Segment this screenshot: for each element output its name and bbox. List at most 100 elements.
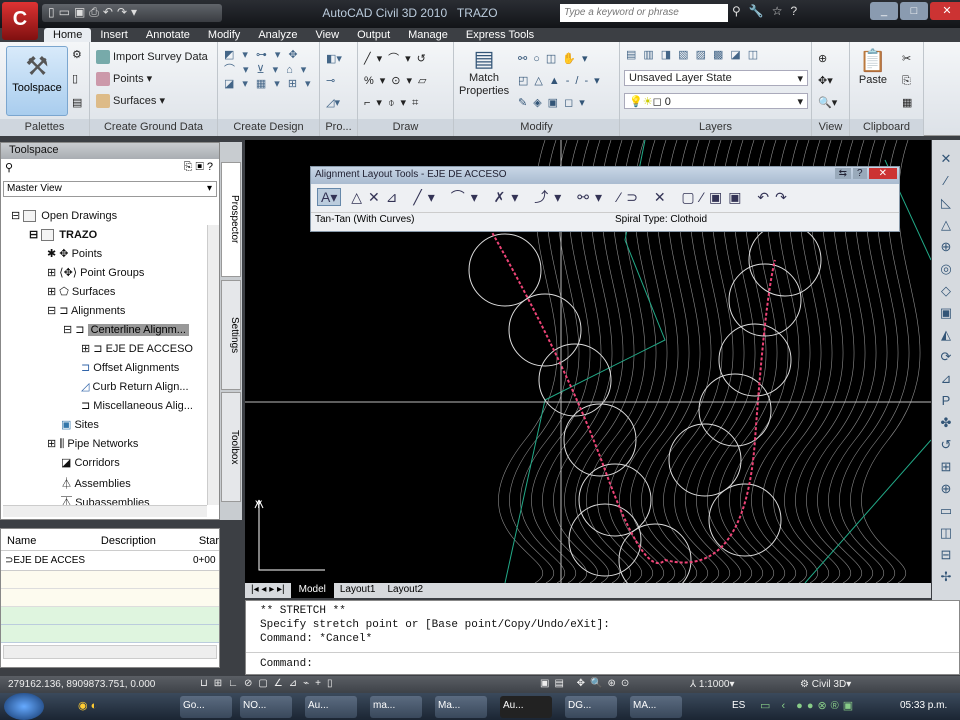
tree-item-curb-return[interactable]: ◿ Curb Return Align... — [81, 380, 189, 399]
panel-icon[interactable]: ▣ — [195, 161, 203, 173]
panel-label[interactable]: Draw — [358, 119, 453, 136]
tree-item-point-groups[interactable]: ⊞ ⟨✥⟩ Point Groups — [47, 266, 144, 285]
list-horizontal-scrollbar[interactable] — [3, 645, 217, 659]
undo-icon[interactable]: ↶ — [103, 5, 113, 21]
layer-tools-icons[interactable]: ▤▥◨▧▨▩◪◫ — [626, 48, 765, 61]
tree-item-trazo[interactable]: ⊟ TRAZO — [29, 228, 97, 247]
language-indicator[interactable]: ES — [732, 700, 745, 711]
tree-item-centerline-alignments[interactable]: ⊟ ⊐ Centerline Alignm... — [63, 323, 189, 342]
tab-layout2[interactable]: Layout2 — [381, 583, 429, 598]
tree-item-assemblies[interactable]: ⏃ Assemblies — [61, 475, 131, 494]
window-icon[interactable]: ▤ — [72, 96, 82, 109]
tab-modify[interactable]: Modify — [199, 28, 249, 43]
tab-model[interactable]: Model — [290, 583, 334, 598]
profile-icons[interactable]: ◧▾ ⊸ ◿▾ — [326, 48, 342, 114]
toolspace-button[interactable]: ⚒ Toolspace — [6, 46, 68, 116]
application-menu-button[interactable]: C — [2, 2, 38, 40]
tab-annotate[interactable]: Annotate — [137, 28, 199, 43]
tab-view[interactable]: View — [306, 28, 348, 43]
close-button[interactable]: ✕ — [868, 168, 897, 179]
panel-label[interactable]: Create Design — [218, 119, 319, 136]
help-icon[interactable]: ? — [791, 4, 798, 18]
right-toolbar[interactable]: ✕ ⁄ ◺ △ ⊕ ◎ ◇ ▣ ◭ ⟳ ⊿ P ✤ ↺ ⊞ ⊕ ▭ ◫ ⊟ ✢ — [932, 140, 960, 600]
tab-nav-arrows[interactable]: |◂ ◂ ▸ ▸| — [245, 583, 291, 598]
tab-analyze[interactable]: Analyze — [249, 28, 306, 43]
taskbar-item[interactable]: Au... — [305, 696, 357, 718]
modify-tool-icons[interactable]: ✕ ⁄ ◺ △ ⊕ ◎ ◇ ▣ ◭ ⟳ ⊿ P ✤ ↺ ⊞ ⊕ ▭ ◫ ⊟ ✢ — [932, 140, 960, 588]
copy-icon[interactable]: ⎘ — [184, 161, 193, 173]
alignment-tools-buttons[interactable]: A▾ △✕⊿ ╱▾ ⌒▾ ✗▾ ⤴▾ ⚯▾ ⁄⊃ ✕ ▢⁄▣▣ ↶↷ — [311, 184, 899, 212]
column-name[interactable]: Name — [1, 535, 101, 550]
palette-icon[interactable]: ⚙ — [72, 48, 82, 61]
minimize-button[interactable]: _ — [870, 2, 898, 20]
paste-button[interactable]: 📋 Paste — [856, 48, 890, 86]
dropdown-icon[interactable]: ▾ — [131, 5, 137, 21]
annotation-scale[interactable]: ⅄ 1:1000▾ — [690, 679, 735, 690]
cut-copy-icons[interactable]: ✂ ⎘ ▦ — [902, 48, 912, 114]
binoculars-icon[interactable]: ⚲ — [732, 4, 741, 18]
match-properties-button[interactable]: ▤ Match Properties — [459, 46, 509, 98]
tab-toolbox[interactable]: Toolbox — [221, 392, 241, 502]
panel-label[interactable]: Layers — [620, 119, 811, 136]
taskbar-item[interactable]: ma... — [370, 696, 422, 718]
maximize-button[interactable]: □ — [900, 2, 928, 20]
tree-item-surfaces[interactable]: ⊞ ⬠ Surfaces — [47, 285, 115, 304]
design-tools-icons[interactable]: ◩▾⊶▾✥ ⌒▾⊻▾⌂▾ ◪▾▦▾⊞▾ — [224, 48, 319, 90]
workspace-switcher[interactable]: ⚙ Civil 3D▾ — [800, 679, 851, 690]
view-tools[interactable]: ▣▤ ✥🔍⊛⊙ — [540, 678, 634, 689]
taskbar-item[interactable]: Ma... — [435, 696, 487, 718]
layer-state-dropdown[interactable]: Unsaved Layer State ▾ — [624, 70, 808, 86]
column-start[interactable]: Star — [199, 535, 219, 550]
drafting-toggles[interactable]: ⊔⊞∟⊘▢∠⊿⌁+▯ — [200, 678, 339, 689]
save-icon[interactable]: ▣ — [74, 5, 85, 21]
star-icon[interactable]: ☆ — [772, 4, 783, 18]
master-view-dropdown[interactable]: Master View ▾ — [3, 181, 217, 197]
taskbar-item[interactable]: MA... — [630, 696, 682, 718]
taskbar-item[interactable]: NO... — [240, 696, 292, 718]
quick-access-toolbar[interactable]: ▯ ▭ ▣ ⎙ ↶ ↷ ▾ — [42, 4, 222, 22]
points-button[interactable]: Points ▾ — [96, 72, 152, 87]
wrench-icon[interactable]: 🔧 — [749, 4, 764, 18]
layer-dropdown[interactable]: 💡☀◻ 0 ▾ — [624, 93, 808, 109]
tree-item-sites[interactable]: ▣ Sites — [61, 418, 99, 437]
toggle-icon[interactable]: ⇆ — [834, 168, 852, 179]
tree-vertical-scrollbar[interactable] — [207, 225, 219, 505]
tree-item-offset-alignments[interactable]: ⊐ Offset Alignments — [81, 361, 179, 380]
tab-layout1[interactable]: Layout1 — [334, 583, 382, 598]
tree-item-eje-de-acceso[interactable]: ⊞ ⊐ EJE DE ACCESO — [81, 342, 193, 361]
help-icon[interactable]: ? — [207, 161, 213, 173]
help-search-input[interactable]: Type a keyword or phrase — [560, 4, 728, 22]
tree-item-open-drawings[interactable]: ⊟ Open Drawings — [11, 209, 117, 228]
close-button[interactable]: ✕ — [930, 2, 960, 20]
tab-home[interactable]: Home — [44, 28, 92, 43]
panel-label[interactable]: Create Ground Data — [90, 119, 217, 136]
tab-manage[interactable]: Manage — [399, 28, 457, 43]
panel-label[interactable]: Palettes — [0, 119, 89, 136]
column-description[interactable]: Description — [101, 535, 199, 550]
command-line-input[interactable]: Command: — [246, 653, 959, 675]
panel-label[interactable]: Clipboard — [850, 119, 923, 136]
tab-prospector[interactable]: Prospector — [221, 162, 241, 277]
new-icon[interactable]: ▯ — [48, 5, 55, 21]
modify-icons[interactable]: ⚯○◫✋▾ ◰△▲-/-▾ ✎◈▣◻▾ — [518, 48, 606, 114]
surfaces-button[interactable]: Surfaces ▾ — [96, 94, 165, 109]
tree-item-miscellaneous[interactable]: ⊐ Miscellaneous Alig... — [81, 399, 193, 418]
tab-express-tools[interactable]: Express Tools — [457, 28, 543, 43]
redo-icon[interactable]: ↷ — [117, 5, 127, 21]
help-icon[interactable]: ? — [853, 168, 867, 179]
chrome-icon[interactable]: ◉ ◐ — [78, 699, 97, 712]
tree-horizontal-scrollbar[interactable] — [3, 505, 207, 517]
panel-label[interactable]: View — [812, 119, 849, 136]
tree-item-corridors[interactable]: ◪ Corridors — [61, 456, 120, 475]
pi-insert-dropdown[interactable]: A▾ — [317, 188, 342, 206]
panel-label[interactable]: Modify — [454, 119, 619, 136]
taskbar-item-active[interactable]: Au... — [500, 696, 552, 718]
tab-output[interactable]: Output — [348, 28, 399, 43]
panel-label[interactable]: Pro... — [320, 119, 357, 136]
table-row[interactable]: ⊃EJE DE ACCES 0+00 — [1, 551, 219, 571]
tree-item-alignments[interactable]: ⊟ ⊐ Alignments — [47, 304, 125, 323]
taskbar-item[interactable]: DG... — [565, 696, 617, 718]
import-survey-data-button[interactable]: Import Survey Data — [96, 50, 208, 64]
taskbar-item[interactable]: Go... — [180, 696, 232, 718]
view-icons[interactable]: ⊕ ✥▾ 🔍▾ — [818, 48, 837, 114]
